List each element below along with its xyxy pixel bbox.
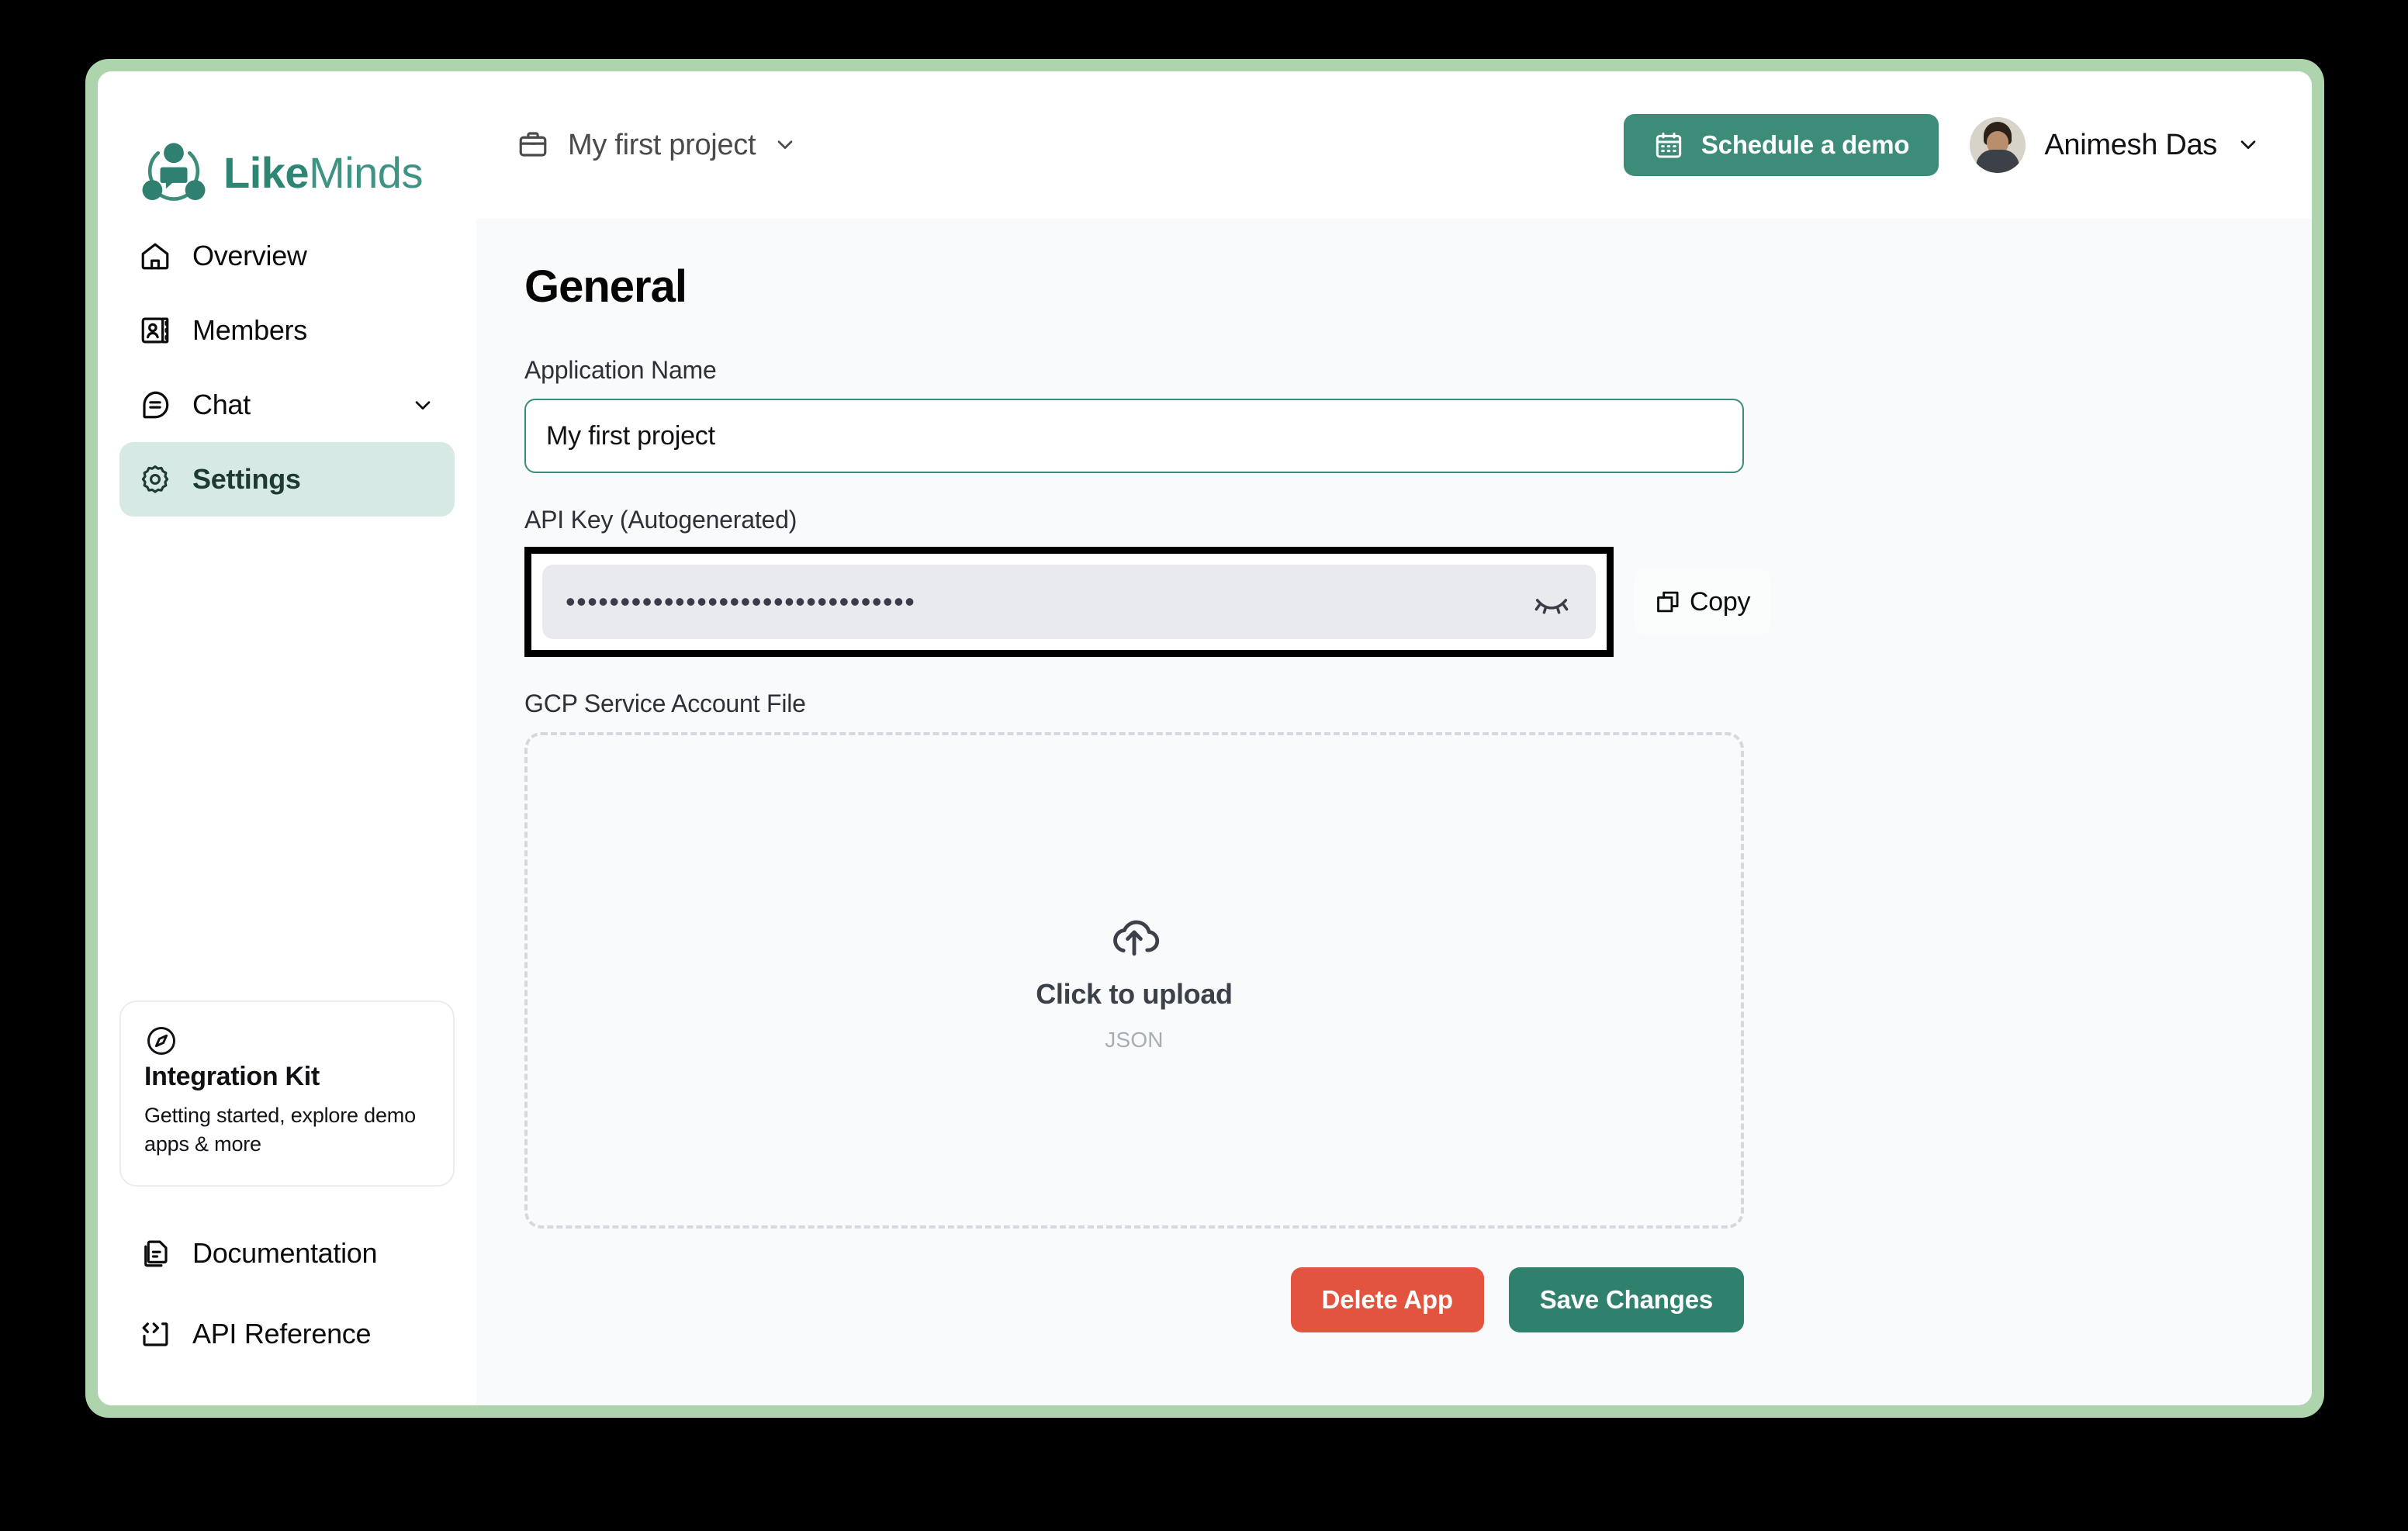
likeminds-logo-icon <box>138 137 209 209</box>
brand-wordmark: LikeMinds <box>223 151 423 195</box>
delete-app-button[interactable]: Delete App <box>1290 1267 1484 1332</box>
application-name-field-group: Application Name <box>524 356 2312 473</box>
brand-name-bold: Like <box>223 148 310 197</box>
page-title: General <box>524 261 687 312</box>
schedule-demo-label: Schedule a demo <box>1700 130 1910 159</box>
sidebar-item-overview[interactable]: Overview <box>119 219 455 293</box>
compass-icon <box>144 1026 178 1061</box>
application-name-label: Application Name <box>524 356 717 384</box>
app-window: LikeMinds Overview Members Chat Settings… <box>98 71 2312 1405</box>
gcp-service-account-label: GCP Service Account File <box>524 689 806 717</box>
gear-icon <box>138 462 172 496</box>
chevron-down-icon[interactable] <box>773 132 799 158</box>
sidebar-item-label: API Reference <box>192 1318 372 1350</box>
brand-logo[interactable]: LikeMinds <box>98 71 476 219</box>
project-selector[interactable]: My first project <box>506 120 810 170</box>
api-key-focus-highlight: •••••••••••••••••••••••••••••••• <box>524 547 1614 657</box>
secondary-navigation: Documentation API Reference <box>98 1213 476 1405</box>
upload-hint-text: JSON <box>1105 1028 1164 1052</box>
sidebar-item-members[interactable]: Members <box>119 293 455 368</box>
avatar <box>1970 117 2026 173</box>
sidebar-item-label: Members <box>192 314 307 346</box>
cloud-upload-icon <box>1106 908 1162 964</box>
application-name-input[interactable] <box>524 399 1744 473</box>
api-key-label: API Key (Autogenerated) <box>524 506 797 534</box>
chat-bubble-icon <box>138 388 172 422</box>
settings-general-panel: General Application Name API Key (Autoge… <box>476 219 2312 1405</box>
app-outer-frame: LikeMinds Overview Members Chat Settings… <box>85 59 2324 1418</box>
main-area: My first project Schedule a demo Animesh… <box>476 71 2312 1405</box>
sidebar: LikeMinds Overview Members Chat Settings… <box>98 71 476 1405</box>
sidebar-item-label: Settings <box>192 463 301 495</box>
gcp-file-dropzone[interactable]: Click to upload JSON <box>524 732 1744 1229</box>
user-menu[interactable]: Animesh Das <box>1970 117 2262 173</box>
home-icon <box>138 239 172 273</box>
copy-button-label: Copy <box>1690 586 1751 617</box>
form-actions: Delete App Save Changes <box>524 1267 1744 1332</box>
sidebar-item-label: Overview <box>192 240 307 271</box>
project-name: My first project <box>568 128 756 161</box>
briefcase-icon <box>517 128 551 162</box>
topbar: My first project Schedule a demo Animesh… <box>476 71 2312 219</box>
sidebar-item-api-reference[interactable]: API Reference <box>119 1294 455 1374</box>
upload-primary-text: Click to upload <box>1036 978 1233 1010</box>
integration-kit-subtitle: Getting started, explore demo apps & mor… <box>144 1103 416 1156</box>
integration-kit-title: Integration Kit <box>144 1061 320 1091</box>
primary-navigation: Overview Members Chat Settings <box>98 219 476 517</box>
copy-api-key-button[interactable]: Copy <box>1634 569 1771 635</box>
chevron-down-icon[interactable] <box>410 392 436 418</box>
calendar-icon <box>1653 130 1684 161</box>
integration-kit-card[interactable]: Integration Kit Getting started, explore… <box>119 1000 455 1187</box>
api-key-masked-value: •••••••••••••••••••••••••••••••• <box>566 588 916 616</box>
user-name: Animesh Das <box>2044 128 2217 161</box>
sidebar-item-documentation[interactable]: Documentation <box>119 1213 455 1294</box>
code-brackets-icon <box>138 1317 172 1351</box>
sidebar-item-settings[interactable]: Settings <box>119 442 455 517</box>
api-key-row: •••••••••••••••••••••••••••••••• Copy <box>524 547 2312 657</box>
gcp-file-field-group: GCP Service Account File Click to upload… <box>524 689 2312 1229</box>
topbar-right: Schedule a demo Animesh Das <box>1623 114 2262 176</box>
save-changes-button[interactable]: Save Changes <box>1508 1267 1744 1332</box>
sidebar-item-label: Documentation <box>192 1237 378 1269</box>
eye-off-icon[interactable] <box>1531 581 1572 623</box>
api-key-input[interactable]: •••••••••••••••••••••••••••••••• <box>542 565 1596 639</box>
api-key-field-group: API Key (Autogenerated) ••••••••••••••••… <box>524 506 2312 657</box>
contacts-icon <box>138 313 172 347</box>
schedule-demo-button[interactable]: Schedule a demo <box>1623 114 1939 176</box>
brand-name-light: Minds <box>309 148 423 197</box>
sidebar-item-chat[interactable]: Chat <box>119 368 455 442</box>
document-icon <box>138 1236 172 1270</box>
sidebar-item-label: Chat <box>192 389 251 420</box>
copy-icon <box>1654 587 1683 617</box>
chevron-down-icon[interactable] <box>2236 132 2262 158</box>
